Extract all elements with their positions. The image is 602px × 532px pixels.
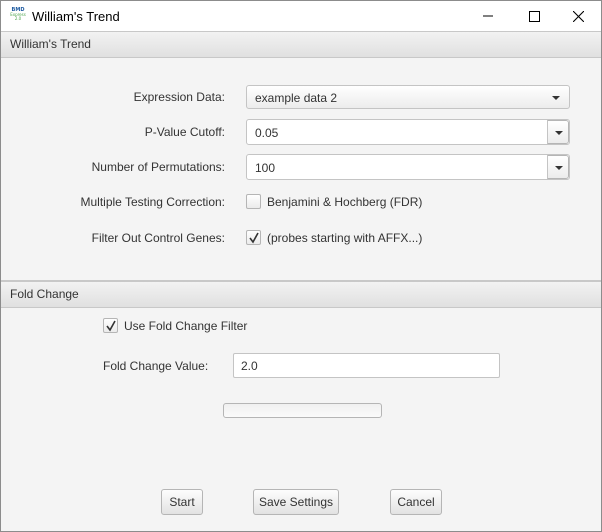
section-body-fold-change — [1, 308, 601, 478]
permutations-combo[interactable]: 100 — [246, 154, 570, 180]
maximize-button[interactable] — [511, 1, 557, 31]
expression-data-value: example data 2 — [255, 91, 338, 105]
window-title: William's Trend — [32, 9, 120, 24]
minimize-icon — [483, 15, 493, 17]
fold-change-value-input[interactable] — [234, 354, 499, 377]
checkmark-icon — [106, 320, 116, 332]
pvalue-cutoff-label: P-Value Cutoff: — [144, 125, 225, 139]
checkmark-icon — [249, 232, 259, 244]
use-fold-change-filter-checkbox[interactable] — [103, 318, 118, 333]
permutations-value[interactable]: 100 — [255, 161, 275, 175]
use-fold-change-filter-label[interactable]: Use Fold Change Filter — [124, 319, 247, 333]
pvalue-dropdown-button[interactable] — [547, 120, 569, 144]
pvalue-cutoff-value[interactable]: 0.05 — [255, 126, 278, 140]
mtc-option-label[interactable]: Benjamini & Hochberg (FDR) — [267, 195, 422, 209]
mtc-checkbox[interactable] — [246, 194, 261, 209]
filter-control-genes-option-label[interactable]: (probes starting with AFFX...) — [267, 231, 422, 245]
dialog-window: BMD Express 2.0 William's Trend William'… — [0, 0, 602, 532]
minimize-button[interactable] — [465, 1, 511, 31]
permutations-label: Number of Permutations: — [91, 160, 225, 174]
start-button[interactable]: Start — [161, 489, 203, 515]
chevron-down-icon — [555, 166, 563, 170]
maximize-icon — [528, 10, 540, 22]
fold-change-value-field[interactable] — [233, 353, 500, 378]
section-title: William's Trend — [10, 37, 91, 51]
progress-bar — [223, 403, 382, 418]
title-bar: BMD Express 2.0 William's Trend — [1, 1, 601, 31]
app-icon: BMD Express 2.0 — [10, 7, 26, 23]
mtc-label: Multiple Testing Correction: — [80, 195, 225, 209]
chevron-down-icon — [555, 131, 563, 135]
close-icon — [572, 10, 584, 22]
expression-data-select[interactable]: example data 2 — [246, 85, 570, 109]
expression-data-label: Expression Data: — [133, 90, 225, 104]
permutations-dropdown-button[interactable] — [547, 155, 569, 179]
pvalue-cutoff-combo[interactable]: 0.05 — [246, 119, 570, 145]
app-icon-text-3: 2.0 — [14, 16, 22, 21]
chevron-down-icon — [552, 96, 560, 100]
save-settings-button[interactable]: Save Settings — [253, 489, 339, 515]
filter-control-genes-checkbox[interactable] — [246, 230, 261, 245]
cancel-button[interactable]: Cancel — [390, 489, 442, 515]
filter-control-genes-label: Filter Out Control Genes: — [91, 231, 225, 245]
close-button[interactable] — [555, 1, 601, 31]
section-header-fold-change[interactable]: Fold Change — [1, 281, 601, 308]
fold-change-value-label: Fold Change Value: — [103, 359, 209, 373]
section-title: Fold Change — [10, 287, 79, 301]
section-header-williams-trend[interactable]: William's Trend — [1, 31, 601, 58]
